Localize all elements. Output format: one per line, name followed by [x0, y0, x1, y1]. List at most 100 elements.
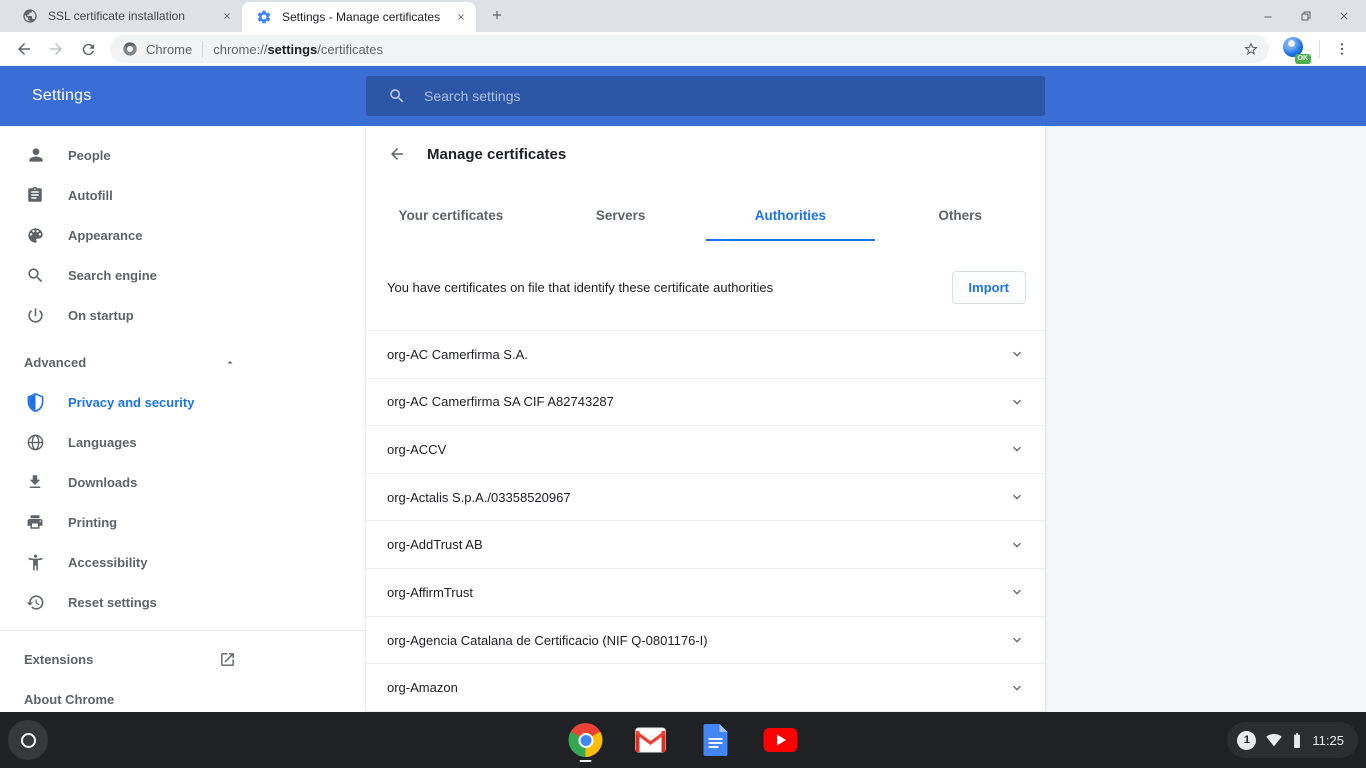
- globe-icon: [26, 433, 46, 452]
- import-button[interactable]: Import: [952, 271, 1026, 304]
- chevron-down-icon[interactable]: [1009, 346, 1025, 362]
- sidebar-item-downloads[interactable]: Downloads: [0, 462, 250, 502]
- chevron-down-icon[interactable]: [1009, 584, 1025, 600]
- close-icon[interactable]: [454, 10, 468, 24]
- tab-your-certificates[interactable]: Your certificates: [366, 198, 536, 241]
- browser-menu-icon[interactable]: [1326, 33, 1358, 65]
- globe-icon: [22, 8, 38, 24]
- chevron-down-icon[interactable]: [1009, 394, 1025, 410]
- notification-count-badge: 1: [1237, 731, 1256, 750]
- chrome-app-icon[interactable]: [568, 720, 604, 760]
- certificate-row[interactable]: org-ACCV: [366, 426, 1045, 474]
- tab-others[interactable]: Others: [875, 198, 1045, 241]
- certificate-tabs: Your certificates Servers Authorities Ot…: [366, 198, 1045, 241]
- back-icon[interactable]: [8, 33, 40, 65]
- battery-icon: [1292, 732, 1302, 749]
- toolbar-divider: [1319, 40, 1320, 58]
- browser-toolbar: Chrome chrome://settings/certificates OK: [0, 32, 1366, 66]
- certificate-row[interactable]: org-AC Camerfirma SA CIF A82743287: [366, 379, 1045, 427]
- shelf-apps: [568, 720, 799, 760]
- authorities-description: You have certificates on file that ident…: [387, 280, 952, 295]
- settings-title: Settings: [0, 87, 366, 105]
- chevron-down-icon[interactable]: [1009, 632, 1025, 648]
- card-header: Manage certificates: [366, 136, 1045, 173]
- launcher-button[interactable]: [8, 720, 48, 760]
- docs-app-icon[interactable]: [698, 720, 734, 760]
- browser-tab-settings[interactable]: Settings - Manage certificates: [242, 2, 476, 32]
- minimize-icon[interactable]: [1256, 6, 1280, 26]
- sidebar-item-appearance[interactable]: Appearance: [0, 215, 250, 255]
- download-icon: [26, 473, 46, 491]
- certificate-row[interactable]: org-Amazon: [366, 664, 1045, 712]
- caret-up-icon: [224, 356, 236, 368]
- certificate-row[interactable]: org-AffirmTrust: [366, 569, 1045, 617]
- settings-search-input[interactable]: [424, 88, 984, 104]
- content-background: [1045, 126, 1366, 712]
- youtube-app-icon[interactable]: [763, 720, 799, 760]
- sidebar-item-languages[interactable]: Languages: [0, 422, 250, 462]
- search-icon: [26, 266, 46, 285]
- person-icon: [26, 145, 46, 165]
- chevron-down-icon[interactable]: [1009, 680, 1025, 696]
- bookmark-star-icon[interactable]: [1243, 41, 1259, 57]
- browser-tab-strip: SSL certificate installation Settings - …: [0, 0, 1366, 32]
- certificate-row[interactable]: org-Actalis S.p.A./03358520967: [366, 474, 1045, 522]
- sidebar-item-accessibility[interactable]: Accessibility: [0, 542, 250, 582]
- reload-icon[interactable]: [72, 33, 104, 65]
- chip-divider: [202, 41, 203, 57]
- supervision-badge: OK: [1295, 54, 1312, 64]
- sidebar-advanced-toggle[interactable]: Advanced: [0, 342, 250, 382]
- gear-icon: [256, 9, 272, 25]
- chevron-down-icon[interactable]: [1009, 489, 1025, 505]
- running-indicator: [580, 760, 592, 762]
- restore-icon[interactable]: [1294, 6, 1318, 26]
- sidebar-item-extensions[interactable]: Extensions: [0, 639, 250, 679]
- sidebar-item-privacy-security[interactable]: Privacy and security: [0, 382, 250, 422]
- sidebar-item-people[interactable]: People: [0, 135, 250, 175]
- address-bar[interactable]: Chrome chrome://settings/certificates: [110, 35, 1269, 63]
- certificate-row[interactable]: org-Agencia Catalana de Certificacio (NI…: [366, 617, 1045, 665]
- certificate-row[interactable]: org-AC Camerfirma S.A.: [366, 331, 1045, 379]
- status-tray[interactable]: 1 11:25: [1227, 722, 1358, 758]
- profile-avatar[interactable]: OK: [1283, 37, 1307, 61]
- history-icon: [26, 593, 46, 612]
- gmail-app-icon[interactable]: [633, 720, 669, 760]
- chevron-down-icon[interactable]: [1009, 441, 1025, 457]
- chevron-down-icon[interactable]: [1009, 537, 1025, 553]
- search-icon: [388, 87, 406, 105]
- new-tab-button[interactable]: [486, 4, 508, 26]
- printer-icon: [26, 513, 46, 531]
- import-section: You have certificates on file that ident…: [366, 241, 1045, 330]
- shelf: 1 11:25: [0, 712, 1366, 768]
- sidebar-item-search-engine[interactable]: Search engine: [0, 255, 250, 295]
- sidebar-item-about-chrome[interactable]: About Chrome: [0, 679, 250, 712]
- accessibility-icon: [26, 553, 46, 572]
- url-text: chrome://settings/certificates: [213, 42, 383, 57]
- close-icon[interactable]: [220, 9, 234, 23]
- sidebar-item-printing[interactable]: Printing: [0, 502, 250, 542]
- manage-certificates-card: Manage certificates Your certificates Se…: [366, 126, 1045, 712]
- browser-tab-ssl[interactable]: SSL certificate installation: [8, 0, 242, 32]
- window-controls: [1256, 0, 1356, 32]
- forward-icon[interactable]: [40, 33, 72, 65]
- back-arrow-icon[interactable]: [385, 142, 409, 166]
- sidebar-item-autofill[interactable]: Autofill: [0, 175, 250, 215]
- launcher-icon: [21, 733, 36, 748]
- tab-title: SSL certificate installation: [48, 9, 220, 23]
- sidebar-item-reset-settings[interactable]: Reset settings: [0, 582, 250, 622]
- tab-title: Settings - Manage certificates: [282, 10, 454, 24]
- palette-icon: [26, 226, 46, 245]
- settings-search-box[interactable]: [366, 76, 1045, 116]
- tab-servers[interactable]: Servers: [536, 198, 706, 241]
- shield-icon: [26, 393, 46, 412]
- settings-header: Settings: [0, 66, 1366, 126]
- chrome-favicon: [122, 41, 138, 57]
- certificate-row[interactable]: org-AddTrust AB: [366, 521, 1045, 569]
- close-icon[interactable]: [1332, 6, 1356, 26]
- tab-authorities[interactable]: Authorities: [706, 198, 876, 241]
- clipboard-icon: [26, 186, 46, 204]
- sidebar-divider: [0, 630, 366, 631]
- power-icon: [26, 306, 46, 325]
- external-link-icon: [219, 651, 236, 668]
- sidebar-item-on-startup[interactable]: On startup: [0, 295, 250, 335]
